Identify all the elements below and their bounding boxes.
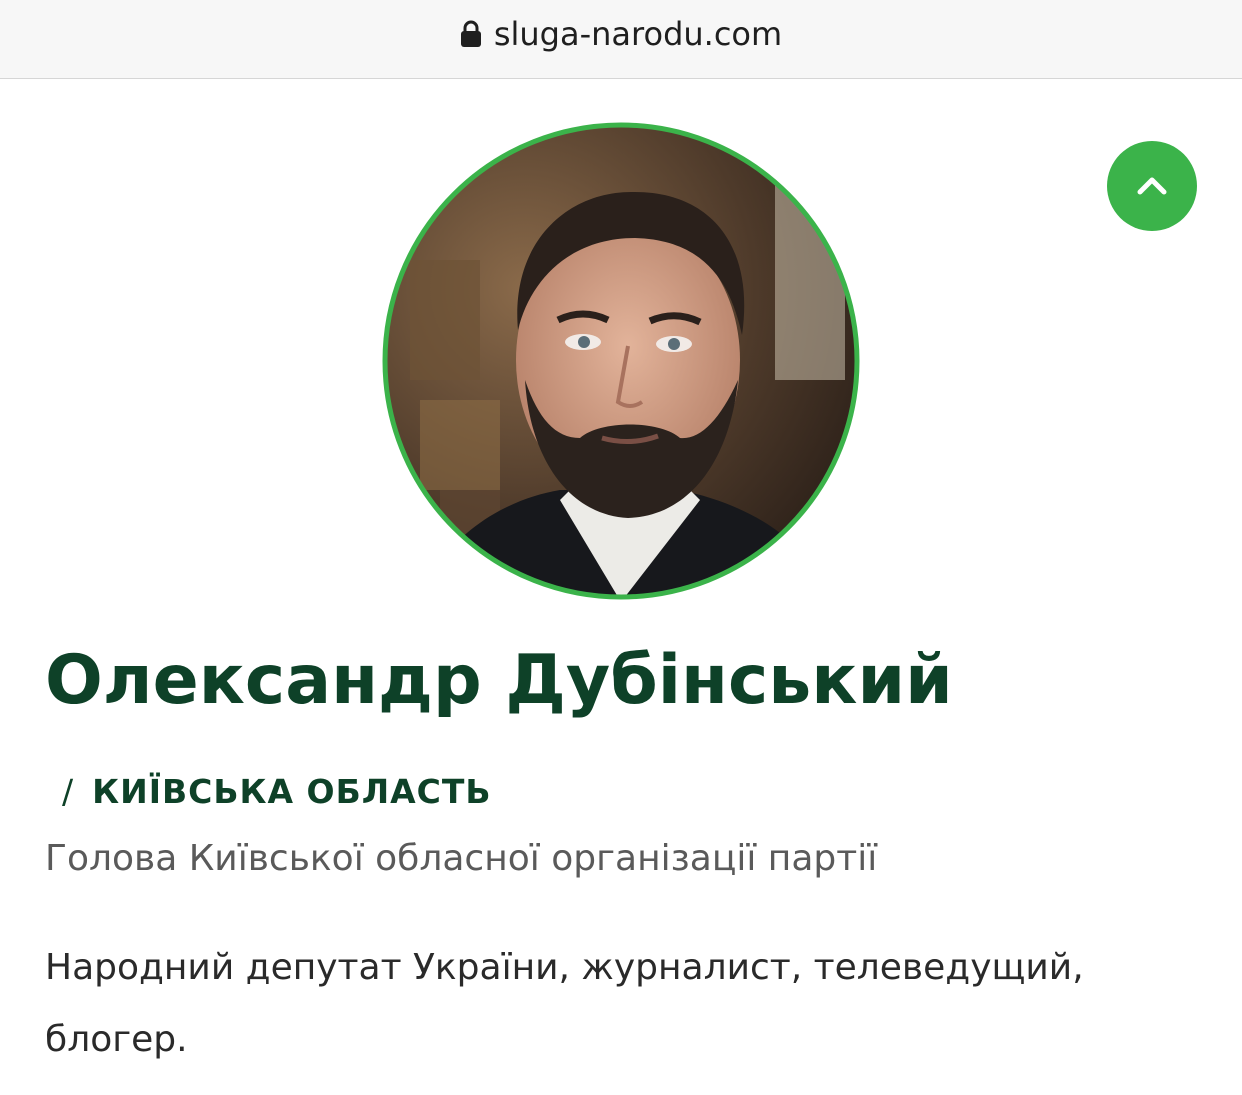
region-breadcrumb: / КИЇВСЬКА ОБЛАСТЬ — [62, 770, 492, 814]
url-text: sluga-narodu.com — [493, 15, 783, 53]
breadcrumb-separator: / — [62, 772, 75, 811]
portrait-photo — [382, 122, 860, 600]
profile-description: Народний депутат України, журналист, тел… — [45, 947, 1084, 1060]
lock-icon — [460, 20, 481, 47]
person-name: Олександр Дубінський — [45, 641, 953, 720]
browser-address-bar[interactable]: sluga-narodu.com — [0, 0, 1242, 79]
avatar — [380, 120, 862, 602]
chevron-up-icon — [1137, 177, 1167, 195]
position-title: Голова Київської обласної організації па… — [45, 838, 878, 879]
region-link[interactable]: КИЇВСЬКА ОБЛАСТЬ — [92, 772, 491, 811]
scroll-to-top-button[interactable] — [1107, 141, 1197, 231]
url-display[interactable]: sluga-narodu.com — [460, 15, 782, 53]
